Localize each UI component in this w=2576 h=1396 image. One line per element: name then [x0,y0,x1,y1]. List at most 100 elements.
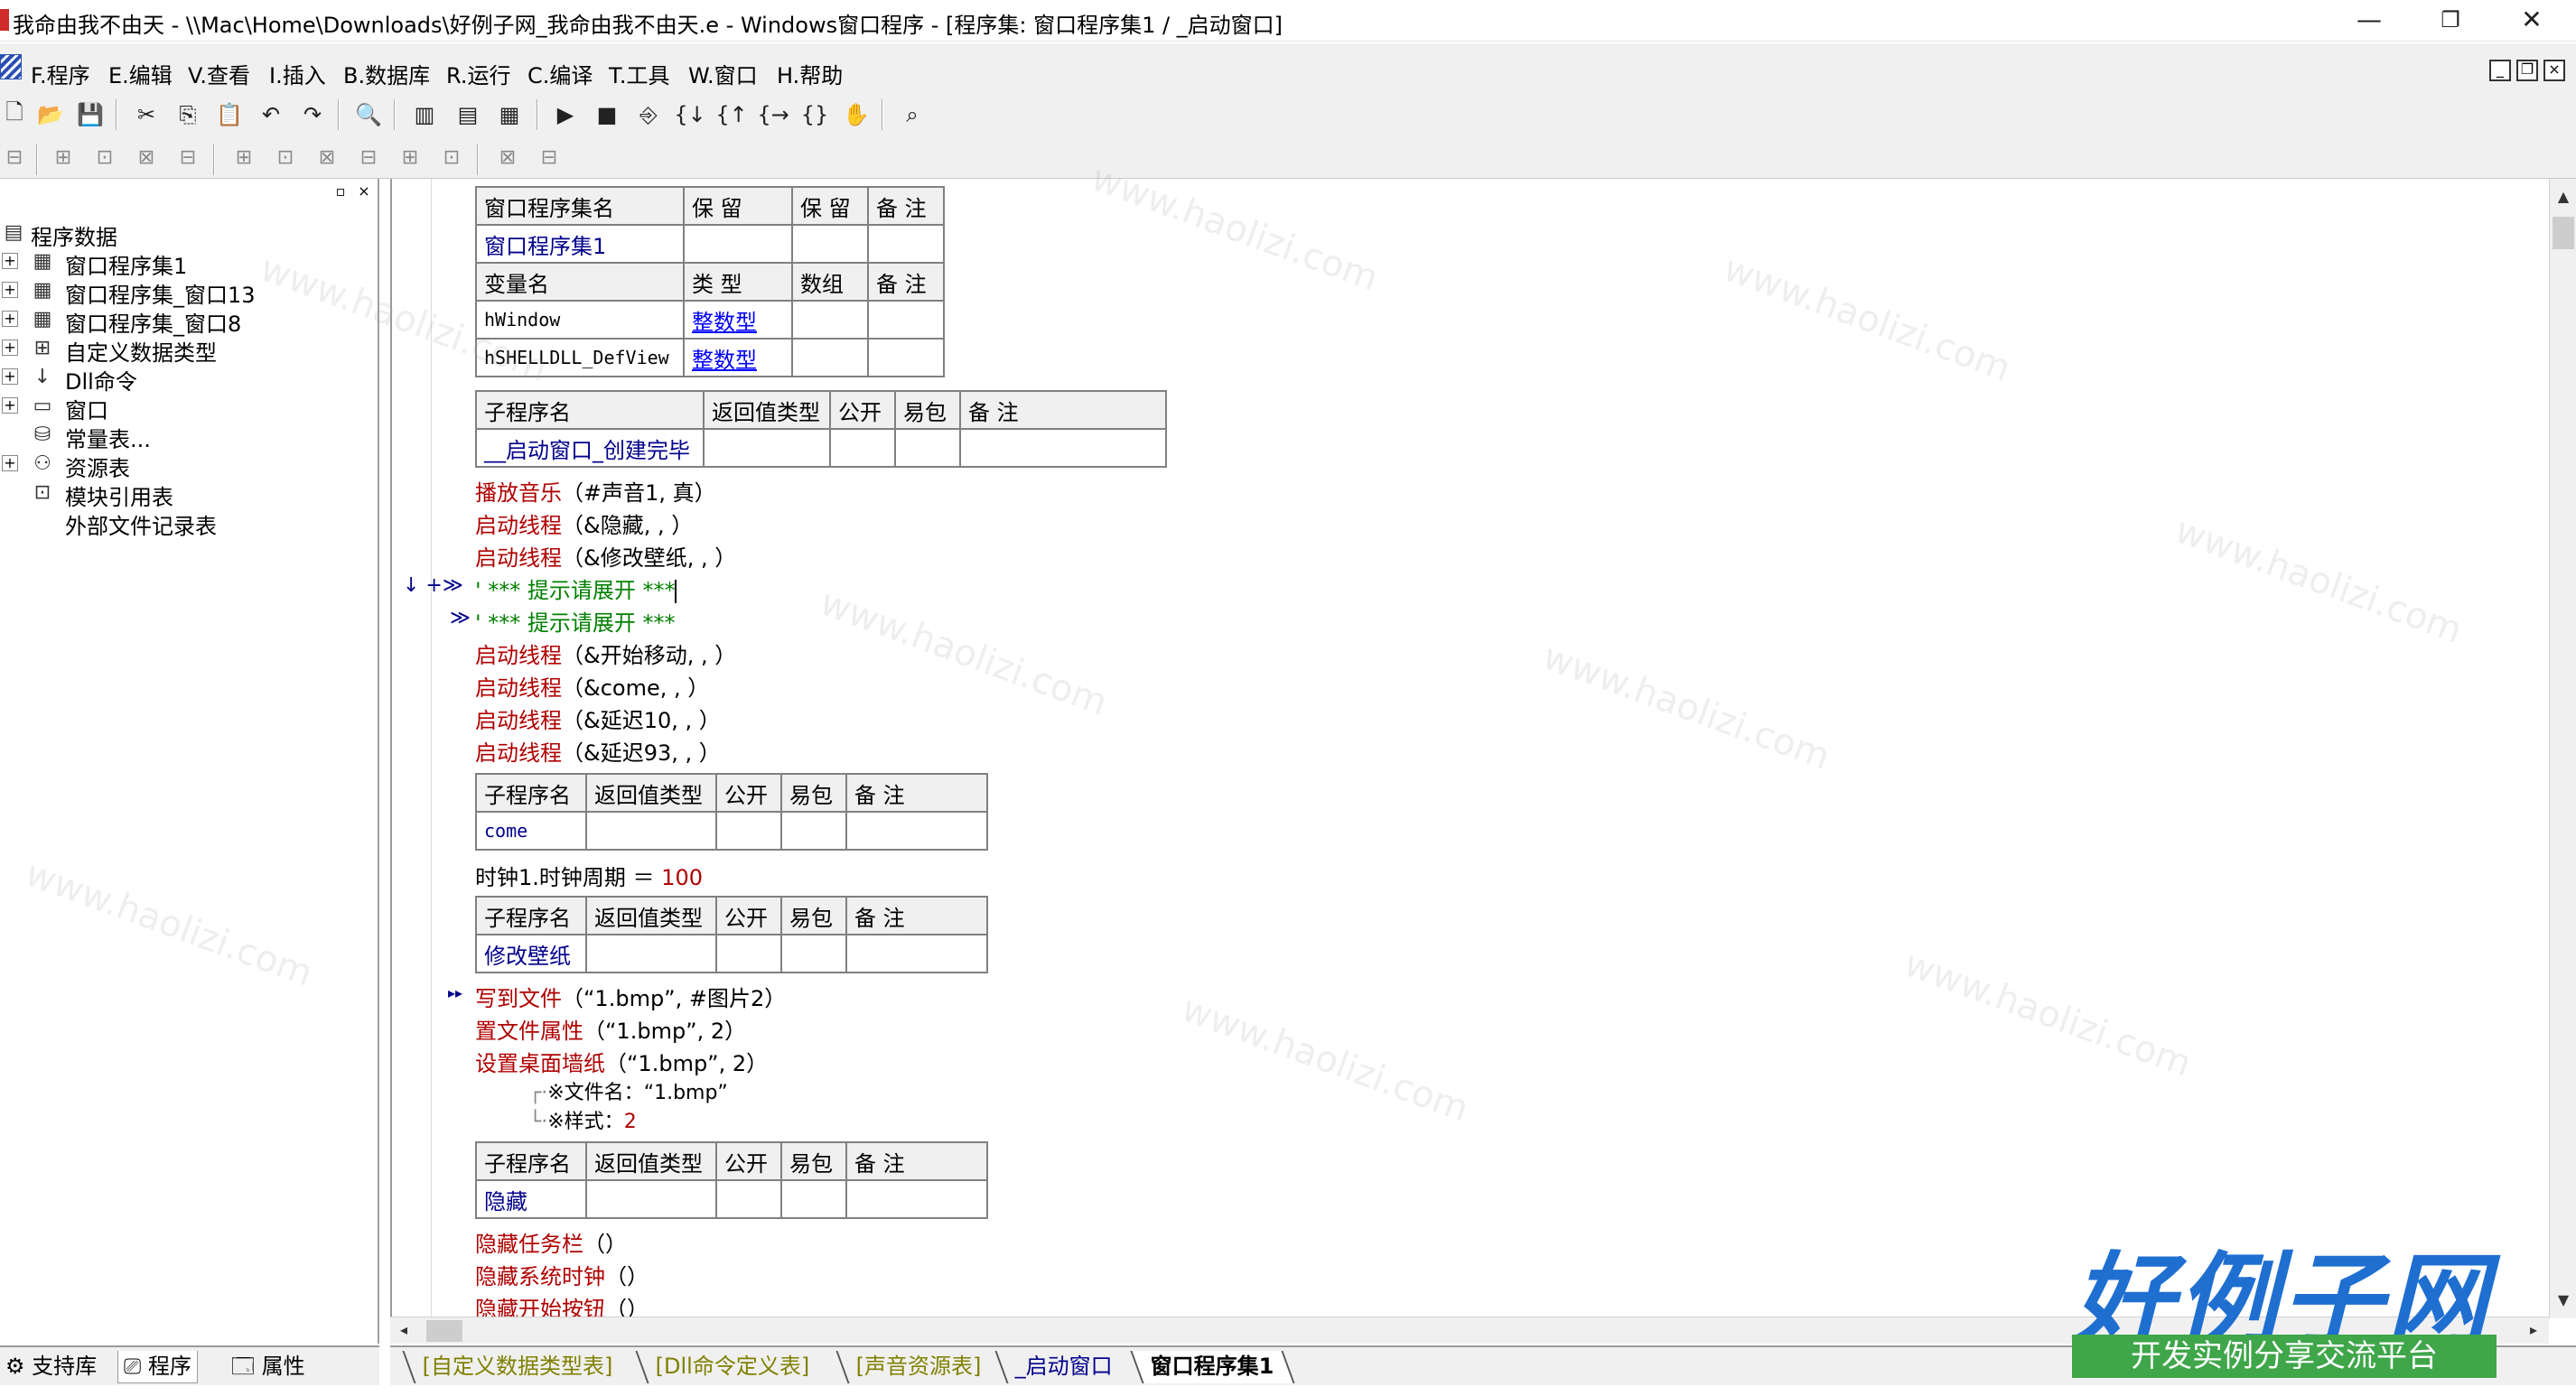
size-width-icon[interactable]: ⊠ [493,143,522,172]
scroll-down-icon[interactable]: ▼ [2552,1288,2575,1313]
tree-item-assembly-window13[interactable]: + ▦ 窗口程序集_窗口13 [0,276,379,308]
public-cell[interactable] [715,1179,782,1219]
epackage-cell[interactable] [780,811,847,851]
code-line[interactable]: 隐藏系统时钟（） [475,1259,649,1290]
maximize-button[interactable]: ❐ [2410,0,2491,42]
code-line[interactable]: 启动线程（&come, , ） [475,670,709,702]
tree-item-custom-types[interactable]: + ⊞ 自定义数据类型 [0,334,379,366]
expand-icon[interactable]: + [2,397,18,414]
scroll-left-icon[interactable]: ◂ [392,1317,415,1343]
code-line[interactable]: 播放音乐（#声音1, 真） [475,475,716,507]
return-type-cell[interactable] [585,811,717,851]
same-width-icon[interactable]: ⊠ [313,143,341,172]
epackage-cell[interactable] [780,934,847,973]
braces-icon[interactable]: {} [800,100,829,129]
tab-custom-types[interactable]: [自定义数据类型表] [402,1351,632,1383]
comment-line[interactable]: ' *** 提示请展开 *** [475,605,675,637]
var-name-cell[interactable]: hSHELLDLL_DefView [475,338,685,377]
var-type-cell[interactable]: 整数型 [683,300,793,340]
note-cell[interactable] [845,934,988,973]
return-type-cell[interactable] [703,428,831,468]
cut-icon[interactable]: ✂ [132,100,161,129]
stop-icon[interactable]: ■ [593,100,621,129]
var-array-cell[interactable] [791,338,869,377]
tree-item-external-files[interactable]: 外部文件记录表 [0,507,379,539]
undo-icon[interactable]: ↶ [257,100,285,129]
code-line[interactable]: 时钟1.时钟周期 ＝ 100 [475,860,703,891]
step-over-icon[interactable]: {→ [757,100,789,129]
minimize-button[interactable]: — [2329,0,2410,42]
expand-icon[interactable]: + [2,282,18,298]
public-cell[interactable] [715,934,782,973]
align-bottom-icon[interactable]: ⊟ [173,143,202,172]
copy-icon[interactable]: ⎘ [173,100,202,129]
note-cell[interactable] [845,811,988,851]
code-line[interactable]: 启动线程（&延迟10, , ） [475,703,721,734]
mdi-minimize-button[interactable]: _ [2489,60,2511,81]
layout-1-icon[interactable]: ▥ [410,100,439,129]
expand-icon[interactable]: + [2,340,18,356]
tab-support-library[interactable]: ⚙ 支持库 [0,1351,102,1383]
menu-insert[interactable]: I.插入 [269,58,326,89]
tab-program[interactable]: ⎚ 程序 [117,1351,198,1383]
menu-help[interactable]: H.帮助 [777,58,843,89]
code-line[interactable]: 启动线程（&延迟93, , ） [475,735,721,767]
space-vertical-icon[interactable]: ⊡ [437,143,466,172]
layout-2-icon[interactable]: ▤ [453,100,482,129]
epackage-cell[interactable] [894,428,961,468]
step-out-icon[interactable]: {↑ [715,100,747,129]
space-horizontal-icon[interactable]: ⊞ [396,143,425,172]
tab-assembly-1[interactable]: 窗口程序集1 [1130,1351,1295,1383]
tab-startup-window[interactable]: _启动窗口 [994,1351,1132,1383]
expand-icon[interactable]: + [2,311,18,327]
layout-3-icon[interactable]: ▦ [495,100,524,129]
sub-name-cell[interactable]: come [475,811,587,851]
code-line[interactable]: 隐藏开始按钮（） [475,1291,649,1318]
new-file-icon[interactable]: 🗋 [0,99,29,129]
find-icon[interactable]: 🔍 [354,100,383,129]
code-line[interactable]: 启动线程（&修改壁纸, , ） [475,540,736,572]
align-right-icon[interactable]: ⊡ [90,143,119,172]
sub-name-cell[interactable]: 修改壁纸 [475,934,587,973]
mdi-close-button[interactable]: × [2543,60,2565,81]
comment-line[interactable]: ' *** 提示请展开 *** [475,572,677,604]
paste-icon[interactable]: 📋 [215,100,244,129]
tree-item-assembly-1[interactable]: + ▦ 窗口程序集1 [0,247,379,279]
menu-program[interactable]: F.程序 [31,58,90,89]
binoculars-icon[interactable]: ⌕ [898,100,927,129]
size-height-icon[interactable]: ⊟ [535,143,564,172]
tree-item-dll-commands[interactable]: + ↓ Dll命令 [0,363,379,395]
var-array-cell[interactable] [791,300,869,340]
fold-marker-icon[interactable]: ≫ [450,607,471,629]
tab-dll-commands[interactable]: [Dll命令定义表] [635,1351,829,1383]
open-folder-icon[interactable]: 📂 [36,100,65,129]
code-line[interactable]: 写到文件（“1.bmp”, #图片2） [475,981,786,1012]
document-icon[interactable] [0,54,22,79]
note-cell[interactable] [959,428,1167,468]
reserved-cell[interactable] [683,224,793,264]
hand-icon[interactable]: ✋ [842,100,871,129]
var-note-cell[interactable] [867,338,945,377]
public-cell[interactable] [715,811,782,851]
code-line[interactable]: 设置桌面墙纸（“1.bmp”, 2） [475,1046,768,1077]
code-area[interactable]: 窗口程序集名 保 留 保 留 备 注 窗口程序集1 变量名 类 型 数组 备 注… [403,186,2534,1318]
assembly-name-cell[interactable]: 窗口程序集1 [475,224,685,264]
code-line[interactable]: 启动线程（&开始移动, , ） [475,638,736,669]
fold-marker-icon[interactable]: ↓ +≫ [403,574,463,597]
code-line[interactable]: 置文件属性（“1.bmp”, 2） [475,1013,746,1045]
sub-name-cell[interactable]: __启动窗口_创建完毕 [475,428,705,468]
menu-tools[interactable]: T.工具 [609,58,669,89]
scroll-thumb[interactable] [2553,217,2574,249]
tab-properties[interactable]: 🗔 属性 [226,1351,311,1383]
menu-window[interactable]: W.窗口 [688,58,758,89]
scroll-thumb[interactable] [426,1320,462,1342]
tree-item-assembly-window8[interactable]: + ▦ 窗口程序集_窗口8 [0,305,379,337]
sub-name-cell[interactable]: 隐藏 [475,1179,587,1219]
align-left-icon[interactable]: ⊞ [49,143,78,172]
code-line[interactable]: 隐藏任务栏（） [475,1226,627,1258]
epackage-cell[interactable] [780,1179,847,1219]
menu-database[interactable]: B.数据库 [343,58,430,89]
step-in-icon[interactable]: {↓ [674,100,705,129]
note-cell[interactable] [867,224,945,264]
scroll-right-icon[interactable]: ▸ [2522,1317,2545,1343]
